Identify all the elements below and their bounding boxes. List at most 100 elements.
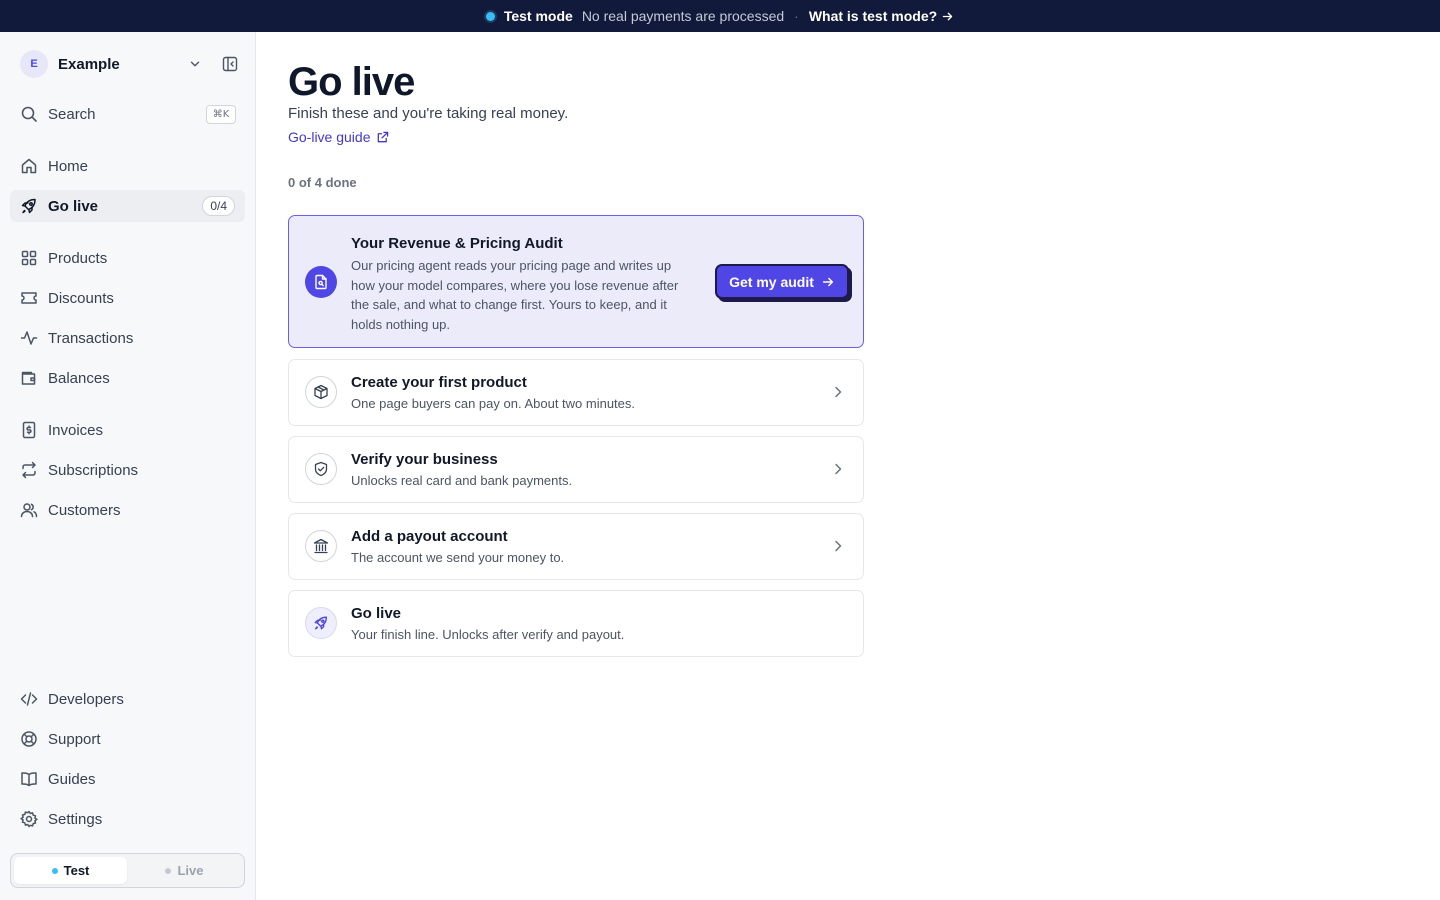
sidebar-item-label: Products bbox=[48, 249, 108, 267]
step-icon-wrapper bbox=[305, 376, 337, 408]
environment-toggle: Test Live bbox=[10, 853, 245, 888]
sidebar-item-home[interactable]: Home bbox=[10, 150, 245, 182]
invoice-icon bbox=[22, 421, 36, 439]
sidebar-item-label: Transactions bbox=[48, 329, 134, 347]
sidebar-item-label: Developers bbox=[48, 690, 124, 708]
sidebar-item-balances[interactable]: Balances bbox=[10, 362, 245, 394]
page-subtitle: Finish these and you're taking real mone… bbox=[288, 105, 569, 122]
book-icon bbox=[21, 772, 37, 787]
search-label: Search bbox=[48, 105, 96, 123]
arrow-right-icon bbox=[822, 277, 834, 286]
bank-icon bbox=[313, 538, 329, 554]
sidebar-item-label: Balances bbox=[48, 369, 110, 387]
sidebar-item-products[interactable]: Products bbox=[10, 242, 245, 274]
workspace-switcher[interactable]: E Example bbox=[20, 50, 240, 78]
live-status-dot bbox=[165, 867, 172, 874]
repeat-icon bbox=[22, 461, 36, 479]
lifebuoy-icon bbox=[21, 731, 37, 747]
page-title: Go live bbox=[288, 60, 415, 104]
code-icon bbox=[20, 692, 38, 706]
search-icon bbox=[21, 106, 37, 122]
progress-counter: 0 of 4 done bbox=[288, 175, 357, 190]
rocket-icon bbox=[21, 198, 36, 214]
go-live-guide-link[interactable]: Go-live guide bbox=[288, 129, 389, 145]
grid-icon bbox=[21, 250, 37, 266]
sidebar-item-invoices[interactable]: Invoices bbox=[10, 414, 245, 446]
home-icon bbox=[21, 158, 37, 174]
chevron-right-icon bbox=[835, 540, 842, 552]
go-live-progress-badge: 0/4 bbox=[202, 196, 235, 216]
sidebar-item-developers[interactable]: Developers bbox=[10, 683, 245, 715]
sidebar-item-customers[interactable]: Customers bbox=[10, 494, 245, 526]
sidebar-item-settings[interactable]: Settings bbox=[10, 803, 245, 835]
step-description: Unlocks real card and bank payments. bbox=[351, 473, 573, 488]
step-icon-wrapper bbox=[305, 453, 337, 485]
test-status-dot bbox=[51, 867, 58, 874]
sidebar-item-support[interactable]: Support bbox=[10, 723, 245, 755]
rocket-icon bbox=[314, 616, 327, 630]
document-search-icon bbox=[315, 274, 327, 290]
test-mode-info-link[interactable]: What is test mode? bbox=[809, 8, 954, 24]
step-description: Your finish line. Unlocks after verify a… bbox=[351, 627, 625, 642]
audit-title: Your Revenue & Pricing Audit bbox=[351, 235, 563, 252]
sidebar-item-guides[interactable]: Guides bbox=[10, 763, 245, 795]
test-mode-banner: Test mode No real payments are processed… bbox=[0, 0, 1440, 32]
test-mode-info-link-label: What is test mode? bbox=[808, 8, 938, 24]
get-audit-button[interactable]: Get my audit bbox=[715, 264, 849, 299]
step-title: Create your first product bbox=[351, 374, 527, 391]
activity-icon bbox=[20, 331, 38, 345]
gear-icon bbox=[20, 810, 38, 828]
search-shortcut-badge: ⌘K bbox=[206, 105, 236, 124]
sidebar-item-subscriptions[interactable]: Subscriptions bbox=[10, 454, 245, 486]
users-icon bbox=[20, 503, 38, 518]
step-add-payout-account[interactable]: Add a payout account The account we send… bbox=[288, 513, 864, 580]
step-icon-wrapper bbox=[305, 530, 337, 562]
sidebar-item-label: Home bbox=[48, 157, 89, 175]
step-description: The account we send your money to. bbox=[351, 550, 565, 565]
chevron-down-icon bbox=[190, 61, 200, 67]
test-mode-message: No real payments are processed bbox=[581, 8, 785, 24]
chevron-right-icon bbox=[835, 463, 842, 475]
step-go-live: Go live Your finish line. Unlocks after … bbox=[288, 590, 864, 657]
external-link-icon bbox=[377, 131, 388, 142]
step-icon-wrapper bbox=[305, 607, 337, 639]
sidebar-item-label: Go live bbox=[48, 197, 99, 215]
chevron-right-icon bbox=[835, 386, 842, 398]
wallet-icon bbox=[21, 371, 36, 385]
get-audit-button-label: Get my audit bbox=[729, 273, 814, 290]
sidebar-item-transactions[interactable]: Transactions bbox=[10, 322, 245, 354]
sidebar-item-label: Discounts bbox=[48, 289, 114, 307]
sidebar: E Example Search ⌘K Home Go live 0/4 Pro… bbox=[0, 32, 256, 900]
test-mode-indicator-dot bbox=[485, 11, 495, 21]
environment-option-label: Live bbox=[177, 863, 204, 878]
shield-check-icon bbox=[314, 461, 328, 477]
sidebar-item-label: Settings bbox=[48, 810, 103, 828]
ticket-icon bbox=[21, 292, 37, 304]
sidebar-item-label: Guides bbox=[48, 770, 96, 788]
step-verify-business[interactable]: Verify your business Unlocks real card a… bbox=[288, 436, 864, 503]
environment-option-test[interactable]: Test bbox=[14, 857, 127, 884]
step-create-product[interactable]: Create your first product One page buyer… bbox=[288, 359, 864, 426]
test-mode-label: Test mode bbox=[503, 8, 573, 24]
step-title: Add a payout account bbox=[351, 528, 508, 545]
sidebar-item-label: Customers bbox=[48, 501, 121, 519]
revenue-audit-card: Your Revenue & Pricing Audit Our pricing… bbox=[288, 215, 864, 348]
workspace-avatar: E bbox=[20, 50, 48, 78]
sidebar-item-label: Support bbox=[48, 730, 101, 748]
banner-separator: · bbox=[794, 8, 799, 24]
environment-option-label: Test bbox=[63, 863, 90, 878]
box-icon bbox=[314, 384, 328, 400]
sidebar-item-discounts[interactable]: Discounts bbox=[10, 282, 245, 314]
go-live-guide-link-label: Go-live guide bbox=[288, 129, 371, 145]
sidebar-item-go-live[interactable]: Go live 0/4 bbox=[10, 190, 245, 222]
sidebar-item-label: Invoices bbox=[48, 421, 104, 439]
step-description: One page buyers can pay on. About two mi… bbox=[351, 396, 636, 411]
arrow-right-icon bbox=[942, 12, 953, 20]
audit-description: Our pricing agent reads your pricing pag… bbox=[351, 258, 679, 332]
environment-option-live[interactable]: Live bbox=[128, 857, 241, 884]
search-button[interactable]: Search ⌘K bbox=[20, 104, 236, 124]
sidebar-collapse-icon[interactable] bbox=[222, 56, 238, 72]
step-title: Go live bbox=[351, 605, 402, 622]
workspace-name: Example bbox=[58, 55, 120, 73]
audit-icon-wrapper bbox=[305, 266, 337, 298]
